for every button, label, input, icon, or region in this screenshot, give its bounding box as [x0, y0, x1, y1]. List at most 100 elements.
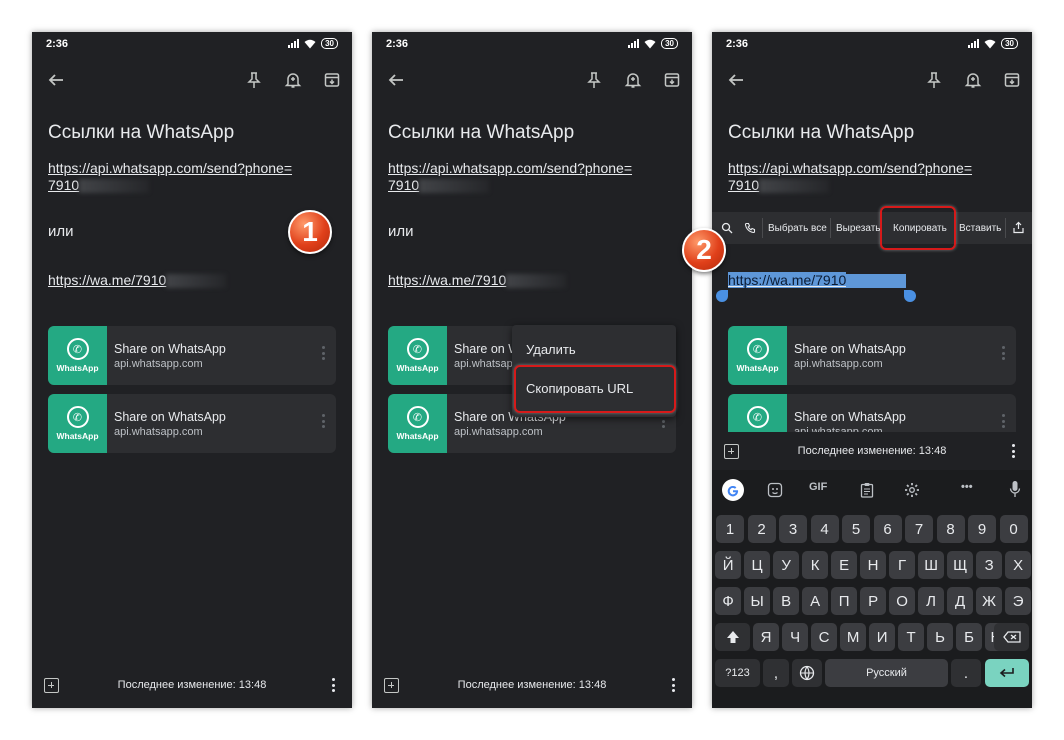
api-link[interactable]: https://api.whatsapp.com/send?phone= 7910 [388, 160, 648, 194]
key-8[interactable]: 8 [936, 515, 965, 543]
key-letter[interactable]: Х [1005, 551, 1032, 579]
key-letter[interactable]: М [840, 623, 867, 651]
share-icon[interactable] [1012, 221, 1025, 234]
key-letter[interactable]: Г [889, 551, 916, 579]
key-letter[interactable]: Е [831, 551, 858, 579]
cut-button[interactable]: Вырезать [836, 223, 880, 234]
select-all-button[interactable]: Выбрать все [768, 223, 827, 234]
api-link[interactable]: https://api.whatsapp.com/send?phone= 7910 [728, 160, 988, 194]
key-letter[interactable]: Ц [744, 551, 771, 579]
microphone-icon[interactable] [1009, 480, 1021, 498]
key-letter[interactable]: Й [715, 551, 742, 579]
reminder-bell-icon[interactable] [281, 68, 305, 92]
period-key[interactable]: . [951, 659, 981, 687]
key-7[interactable]: 7 [905, 515, 933, 543]
key-letter[interactable]: Т [898, 623, 925, 651]
archive-icon[interactable] [320, 68, 344, 92]
key-letter[interactable]: Ф [715, 587, 742, 615]
key-2[interactable]: 2 [747, 515, 776, 543]
comma-key[interactable]: , [763, 659, 789, 687]
google-icon[interactable] [722, 479, 744, 501]
key-letter[interactable]: П [831, 587, 858, 615]
key-letter[interactable]: Ь [927, 623, 954, 651]
key-letter[interactable]: Б [956, 623, 983, 651]
space-key[interactable]: Русский [825, 659, 948, 687]
key-letter[interactable]: Ж [976, 587, 1003, 615]
key-3[interactable]: 3 [779, 515, 807, 543]
key-letter[interactable]: Э [1005, 587, 1032, 615]
note-title[interactable]: Ссылки на WhatsApp [388, 122, 574, 144]
enter-key[interactable] [985, 659, 1029, 687]
card-title: Share on WhatsApp [114, 410, 226, 424]
key-letter[interactable]: Ы [744, 587, 771, 615]
key-letter[interactable]: В [773, 587, 800, 615]
link-preview-card[interactable]: ✆WhatsApp Share on WhatsApp api.whatsapp… [48, 326, 336, 385]
key-4[interactable]: 4 [810, 515, 839, 543]
card-url: api.whatsapp.com [794, 358, 883, 370]
archive-icon[interactable] [1000, 68, 1024, 92]
pin-icon[interactable] [242, 68, 266, 92]
key-letter[interactable]: Л [918, 587, 945, 615]
card-more-icon[interactable] [322, 414, 326, 428]
wa-me-link-selected[interactable]: https://wa.me/7910 [728, 272, 907, 289]
api-link[interactable]: https://api.whatsapp.com/send?phone= 7910 [48, 160, 308, 194]
link-preview-card[interactable]: ✆WhatsApp Share on WhatsApp api.whatsapp… [48, 394, 336, 453]
key-6[interactable]: 6 [873, 515, 902, 543]
back-arrow-icon[interactable] [384, 68, 408, 92]
pin-icon[interactable] [922, 68, 946, 92]
phone-icon[interactable] [744, 222, 756, 234]
key-letter[interactable]: С [811, 623, 838, 651]
shift-key[interactable] [715, 623, 750, 651]
settings-gear-icon[interactable] [904, 482, 920, 498]
key-letter[interactable]: У [773, 551, 800, 579]
wa-me-link[interactable]: https://wa.me/7910 [388, 272, 567, 289]
card-more-icon[interactable] [1002, 346, 1006, 360]
pin-icon[interactable] [582, 68, 606, 92]
paste-button[interactable]: Вставить [959, 223, 1001, 234]
wa-me-link[interactable]: https://wa.me/7910 [48, 272, 227, 289]
link-preview-card[interactable]: ✆WhatsApp Share on WhatsApp api.whatsapp… [728, 326, 1016, 385]
key-letter[interactable]: Д [947, 587, 974, 615]
selection-handle-start[interactable] [716, 290, 728, 302]
key-letter[interactable]: Ш [918, 551, 945, 579]
status-bar: 2:36 30 [726, 38, 1018, 52]
key-letter[interactable]: К [802, 551, 829, 579]
key-5[interactable]: 5 [842, 515, 870, 543]
menu-item-delete[interactable]: Удалить [526, 342, 576, 357]
gif-button[interactable]: GIF [809, 481, 827, 493]
note-title[interactable]: Ссылки на WhatsApp [728, 122, 914, 144]
whatsapp-logo-icon: ✆WhatsApp [728, 326, 787, 385]
reminder-bell-icon[interactable] [621, 68, 645, 92]
selection-handle-end[interactable] [904, 290, 916, 302]
key-letter[interactable]: Щ [947, 551, 974, 579]
key-letter[interactable]: И [869, 623, 896, 651]
key-letter[interactable]: О [889, 587, 916, 615]
archive-icon[interactable] [660, 68, 684, 92]
key-letter[interactable]: Н [860, 551, 887, 579]
key-1[interactable]: 1 [716, 515, 744, 543]
search-icon[interactable] [721, 222, 733, 234]
more-icon[interactable]: ••• [961, 481, 973, 493]
card-more-icon[interactable] [1002, 414, 1006, 428]
backspace-key[interactable] [994, 623, 1029, 651]
key-letter[interactable]: А [802, 587, 829, 615]
back-arrow-icon[interactable] [44, 68, 68, 92]
key-0[interactable]: 0 [999, 515, 1028, 543]
key-letter[interactable]: Ч [782, 623, 809, 651]
key-9[interactable]: 9 [968, 515, 996, 543]
key-letter[interactable]: Р [860, 587, 887, 615]
note-title[interactable]: Ссылки на WhatsApp [48, 122, 234, 144]
card-url: api.whatsapp.com [114, 358, 203, 370]
more-options-icon[interactable] [1012, 444, 1016, 458]
more-options-icon[interactable] [332, 678, 336, 692]
clipboard-icon[interactable] [860, 482, 874, 498]
more-options-icon[interactable] [672, 678, 676, 692]
sticker-icon[interactable] [767, 482, 783, 498]
reminder-bell-icon[interactable] [961, 68, 985, 92]
key-letter[interactable]: З [976, 551, 1003, 579]
card-more-icon[interactable] [322, 346, 326, 360]
symbols-key[interactable]: ?123 [715, 659, 760, 687]
back-arrow-icon[interactable] [724, 68, 748, 92]
key-letter[interactable]: Я [753, 623, 780, 651]
globe-icon[interactable] [792, 659, 822, 687]
